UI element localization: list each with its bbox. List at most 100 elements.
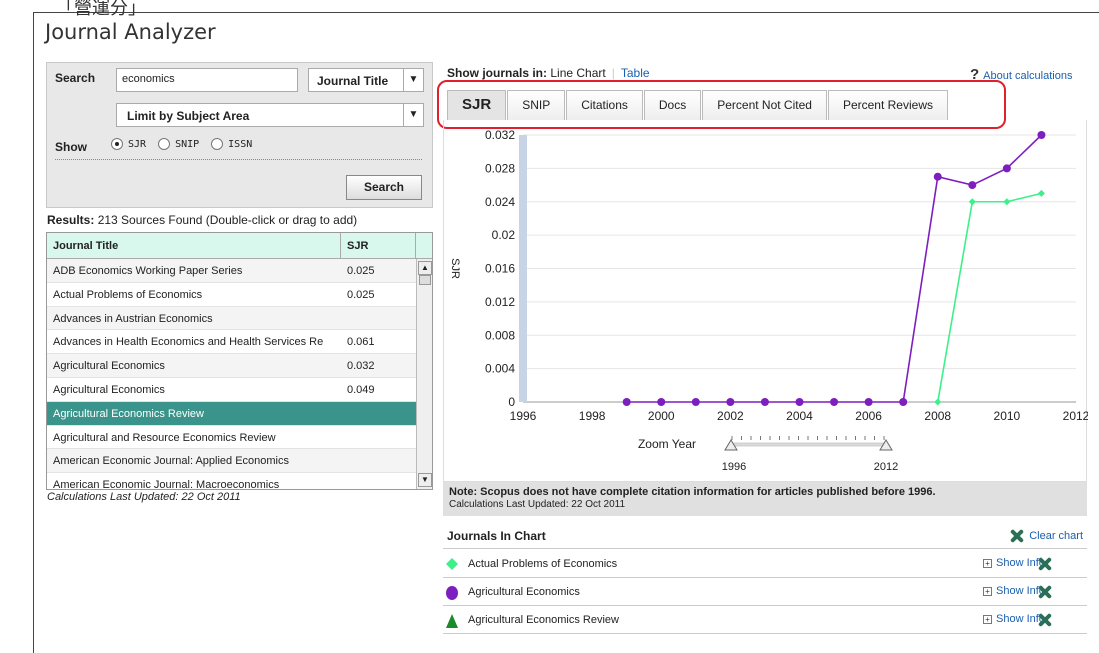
y-tick-label: 0.02 bbox=[492, 228, 516, 242]
y-tick-label: 0.012 bbox=[485, 295, 515, 309]
row-sjr bbox=[341, 426, 416, 449]
data-point bbox=[691, 398, 700, 406]
results-label: Results: bbox=[47, 213, 95, 227]
table-row[interactable]: Agricultural Economics 0.049 bbox=[47, 378, 432, 402]
search-button[interactable]: Search bbox=[346, 175, 422, 200]
divider bbox=[55, 159, 422, 160]
expand-icon: + bbox=[983, 559, 992, 568]
data-point bbox=[657, 398, 666, 406]
remove-journal-button[interactable] bbox=[1037, 584, 1057, 600]
chart-journal-name: Actual Problems of Economics bbox=[468, 558, 618, 570]
row-sjr bbox=[341, 402, 416, 425]
table-row[interactable]: Agricultural Economics 0.032 bbox=[47, 354, 432, 378]
x-tick-label: 2012 bbox=[1063, 409, 1088, 423]
expand-icon: + bbox=[983, 587, 992, 596]
table-row[interactable]: American Economic Journal: Applied Econo… bbox=[47, 449, 432, 474]
radio-issn[interactable] bbox=[211, 138, 224, 150]
row-journal-title: Actual Problems of Economics bbox=[53, 288, 203, 301]
data-point bbox=[1037, 131, 1046, 139]
table-header: Journal Title SJR bbox=[47, 233, 432, 259]
results-text: 213 Sources Found (Double-click or drag … bbox=[97, 213, 358, 227]
zoom-start-year: 1996 bbox=[722, 461, 746, 473]
chevron-down-icon[interactable]: ▼ bbox=[403, 69, 423, 91]
series-diamond-icon bbox=[446, 558, 458, 573]
remove-journal-button[interactable] bbox=[1037, 612, 1057, 628]
show-journals-label: Show journals in: bbox=[447, 66, 548, 80]
show-info-button[interactable]: + Show Info bbox=[983, 557, 1045, 569]
column-sjr[interactable]: SJR bbox=[341, 233, 416, 258]
zoom-year-label: Zoom Year bbox=[638, 437, 696, 451]
chart-journal-row[interactable]: Agricultural Economics + Show Info bbox=[443, 578, 1087, 606]
row-sjr bbox=[341, 473, 416, 489]
chevron-down-icon[interactable]: ▼ bbox=[403, 104, 423, 126]
remove-icon bbox=[1037, 556, 1053, 572]
x-tick-label: 2004 bbox=[786, 409, 813, 423]
remove-icon bbox=[1009, 528, 1025, 544]
data-point bbox=[1003, 198, 1011, 206]
journals-in-chart-title: Journals In Chart bbox=[447, 529, 546, 543]
data-point bbox=[622, 398, 631, 406]
row-journal-title: Agricultural and Resource Economics Revi… bbox=[53, 431, 276, 444]
chart-journal-row[interactable]: Actual Problems of Economics + Show Info bbox=[443, 550, 1087, 578]
table-scrollbar[interactable]: ▲ ▼ bbox=[416, 259, 432, 489]
row-journal-title: Agricultural Economics bbox=[53, 360, 165, 373]
show-options: SJR SNIP ISSN bbox=[99, 138, 252, 150]
show-journals-in: Show journals in: Line Chart | Table bbox=[447, 66, 650, 80]
data-point bbox=[934, 398, 942, 406]
series-triangle-icon bbox=[446, 614, 458, 631]
app-title: Journal Analyzer bbox=[45, 20, 216, 44]
view-table-link[interactable]: Table bbox=[621, 66, 650, 80]
scroll-thumb[interactable] bbox=[419, 275, 431, 285]
remove-journal-button[interactable] bbox=[1037, 556, 1057, 572]
x-tick-label: 2010 bbox=[994, 409, 1021, 423]
zoom-end-year: 2012 bbox=[874, 461, 898, 473]
view-line-chart[interactable]: Line Chart bbox=[550, 66, 605, 80]
table-row[interactable]: Agricultural Economics Review bbox=[47, 401, 432, 426]
radio-snip[interactable] bbox=[158, 138, 171, 150]
y-tick-label: 0.028 bbox=[485, 161, 515, 175]
search-type-select[interactable]: Journal Title ▼ bbox=[308, 68, 424, 92]
note-text: Note: Scopus does not have complete cita… bbox=[449, 486, 936, 498]
scroll-down-icon[interactable]: ▼ bbox=[418, 473, 432, 487]
show-info-button[interactable]: + Show Info bbox=[983, 613, 1045, 625]
series-circle-icon bbox=[446, 586, 458, 603]
row-journal-title: ADB Economics Working Paper Series bbox=[53, 265, 243, 277]
series-line bbox=[936, 192, 1042, 403]
data-point bbox=[726, 398, 735, 406]
table-row[interactable]: American Economic Journal: Macroeconomic… bbox=[47, 473, 432, 489]
column-journal-title[interactable]: Journal Title bbox=[47, 233, 341, 258]
row-journal-title: Advances in Health Economics and Health … bbox=[53, 336, 324, 349]
table-row[interactable]: Agricultural and Resource Economics Revi… bbox=[47, 426, 432, 450]
table-row[interactable]: Advances in Health Economics and Health … bbox=[47, 330, 432, 355]
subject-area-select[interactable]: Limit by Subject Area ▼ bbox=[116, 103, 424, 127]
remove-icon bbox=[1037, 612, 1053, 628]
data-start-band bbox=[519, 135, 527, 402]
x-tick-label: 2006 bbox=[855, 409, 882, 423]
note-last-updated: Calculations Last Updated: 22 Oct 2011 bbox=[449, 499, 626, 510]
row-sjr: 0.025 bbox=[347, 288, 375, 301]
search-input[interactable]: economics bbox=[116, 68, 298, 92]
table-row[interactable]: Actual Problems of Economics 0.025 bbox=[47, 283, 432, 307]
show-info-button[interactable]: + Show Info bbox=[983, 585, 1045, 597]
table-row[interactable]: ADB Economics Working Paper Series 0.025 bbox=[47, 259, 432, 283]
results-summary: Results: 213 Sources Found (Double-click… bbox=[47, 213, 357, 227]
results-table: Journal Title SJR ADB Economics Working … bbox=[46, 232, 433, 490]
clear-chart-button[interactable]: Clear chart bbox=[1009, 528, 1083, 544]
row-sjr: 0.025 bbox=[347, 265, 375, 277]
row-journal-title: Agricultural Economics Review bbox=[53, 407, 204, 420]
radio-sjr[interactable] bbox=[111, 138, 123, 150]
chart-panel: 0 0.004 0.008 0.012 0.016 0.02 0.024 0.028 0.032… bbox=[443, 120, 1090, 482]
radio-issn-label: ISSN bbox=[228, 138, 253, 150]
x-tick-label: 2008 bbox=[924, 409, 951, 423]
chart-journal-name: Agricultural Economics Review bbox=[468, 614, 619, 626]
x-tick-label: 1996 bbox=[510, 409, 537, 423]
data-point bbox=[933, 172, 942, 181]
top-text-fragment: 「營運分」 bbox=[56, 0, 146, 19]
chart-journal-row[interactable]: Agricultural Economics Review + Show Info bbox=[443, 606, 1087, 634]
scroll-up-icon[interactable]: ▲ bbox=[418, 261, 432, 275]
row-sjr bbox=[341, 307, 416, 330]
data-point bbox=[899, 398, 908, 406]
table-row[interactable]: Advances in Austrian Economics bbox=[47, 306, 432, 331]
sjr-line-chart[interactable]: 0 0.004 0.008 0.012 0.016 0.02 0.024 0.028 0.032… bbox=[444, 120, 1090, 482]
y-tick-label: 0.024 bbox=[485, 195, 515, 209]
